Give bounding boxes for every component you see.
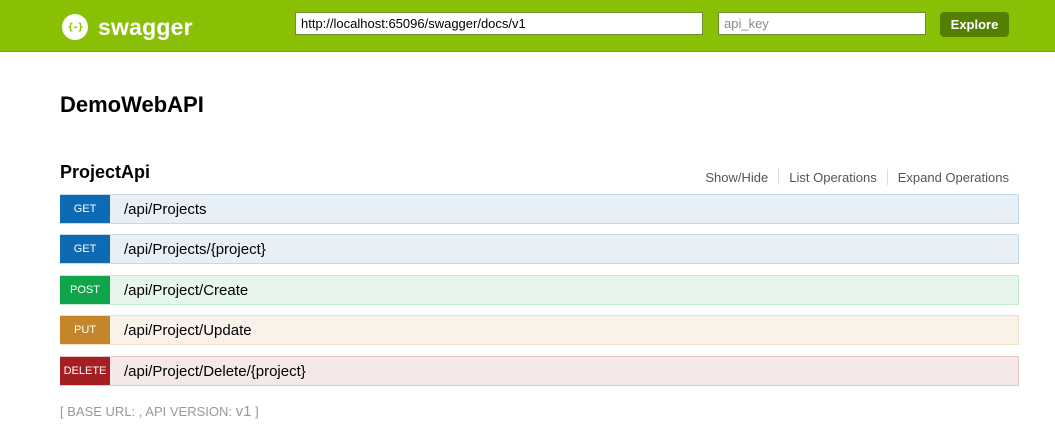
operation-path[interactable]: /api/Projects/{project} xyxy=(124,241,266,258)
swagger-logo-icon: {-} xyxy=(62,14,88,40)
operation-delete-project[interactable]: DELETE /api/Project/Delete/{project} xyxy=(60,356,1019,386)
operation-get-project[interactable]: GET /api/Projects/{project} xyxy=(60,234,1019,264)
show-hide-link[interactable]: Show/Hide xyxy=(695,170,778,185)
resource-name-link[interactable]: ProjectApi xyxy=(60,162,150,183)
method-badge-get[interactable]: GET xyxy=(60,235,110,263)
operation-path[interactable]: /api/Project/Delete/{project} xyxy=(124,363,306,380)
header-bar: {-} swagger Explore xyxy=(0,0,1055,52)
explore-button[interactable]: Explore xyxy=(940,12,1009,37)
base-url-label: BASE URL: xyxy=(67,404,139,419)
operation-get-projects[interactable]: GET /api/Projects xyxy=(60,194,1019,224)
method-badge-put[interactable]: PUT xyxy=(60,316,110,344)
method-badge-get[interactable]: GET xyxy=(60,195,110,223)
operation-post-create[interactable]: POST /api/Project/Create xyxy=(60,275,1019,305)
list-operations-link[interactable]: List Operations xyxy=(779,170,886,185)
api-url-input[interactable] xyxy=(295,12,703,35)
api-version-label: API VERSION: xyxy=(145,404,236,419)
swagger-logo-text: swagger xyxy=(98,13,193,40)
api-info-footer: [ BASE URL: , API VERSION: v1 ] xyxy=(60,403,259,420)
method-badge-post[interactable]: POST xyxy=(60,276,110,304)
operation-path[interactable]: /api/Project/Update xyxy=(124,322,252,339)
api-version-value: v1 xyxy=(235,403,252,420)
expand-operations-link[interactable]: Expand Operations xyxy=(888,170,1009,185)
operation-put-update[interactable]: PUT /api/Project/Update xyxy=(60,315,1019,345)
api-key-input[interactable] xyxy=(718,12,926,35)
method-badge-delete[interactable]: DELETE xyxy=(60,357,110,385)
resource-actions: Show/Hide List Operations Expand Operati… xyxy=(695,169,1009,185)
api-title: DemoWebAPI xyxy=(60,92,204,117)
swagger-logo[interactable]: {-} swagger xyxy=(62,12,193,42)
operation-path[interactable]: /api/Project/Create xyxy=(124,282,248,299)
operation-path[interactable]: /api/Projects xyxy=(124,201,207,218)
